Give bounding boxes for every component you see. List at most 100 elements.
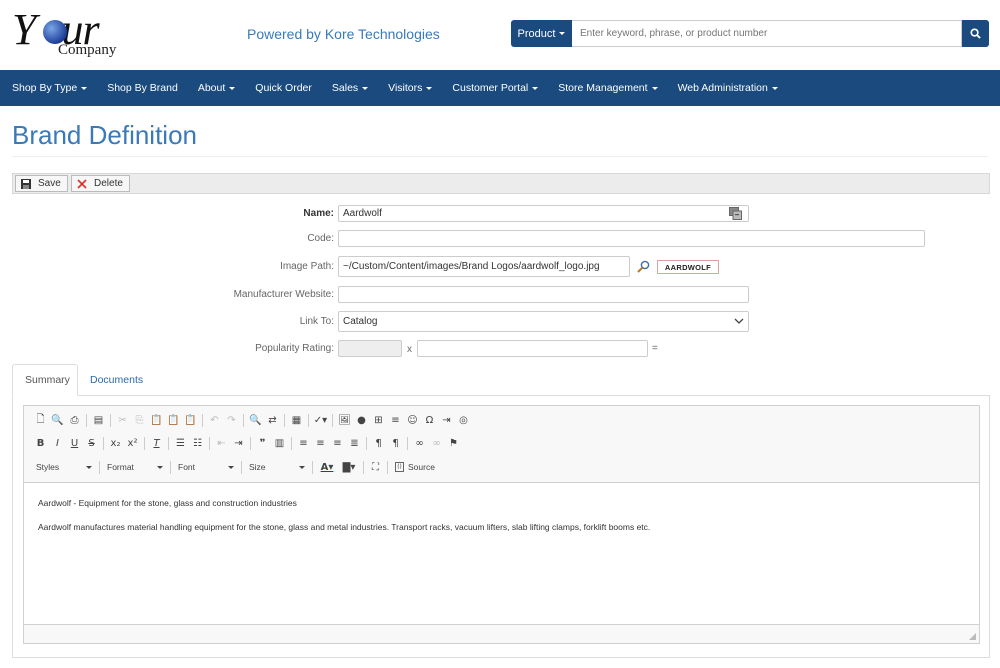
nav-about[interactable]: About	[188, 82, 245, 94]
justify-icon[interactable]: ≣	[346, 435, 363, 451]
tab-documents[interactable]: Documents	[78, 364, 155, 396]
nav-shop-by-type[interactable]: Shop By Type	[2, 82, 97, 94]
align-left-icon[interactable]: ≡	[295, 435, 312, 451]
image-path-field[interactable]	[338, 256, 630, 277]
paste-text-icon[interactable]: 📋	[165, 412, 182, 428]
search-input[interactable]	[572, 20, 962, 47]
superscript-icon[interactable]: x²	[124, 435, 141, 451]
nav-web-administration[interactable]: Web Administration	[668, 82, 788, 94]
paste-icon[interactable]: 📋	[148, 412, 165, 428]
link-icon[interactable]: ∞	[411, 435, 428, 451]
italic-icon[interactable]: I	[49, 435, 66, 451]
image-icon[interactable]: 🖼	[336, 412, 353, 428]
name-field[interactable]	[338, 205, 749, 222]
divider	[99, 460, 100, 474]
save-button[interactable]: Save	[15, 175, 68, 192]
source-label: Source	[408, 462, 435, 472]
replace-icon[interactable]: ⇄	[264, 412, 281, 428]
select-all-icon[interactable]: ▦	[288, 412, 305, 428]
print-icon[interactable]: ⎙	[66, 412, 83, 428]
align-right-icon[interactable]: ≡	[329, 435, 346, 451]
chevron-down-icon	[299, 465, 305, 469]
subscript-icon[interactable]: x₂	[107, 435, 124, 451]
format-dropdown[interactable]: Format	[103, 459, 167, 475]
remove-format-icon[interactable]: T	[148, 435, 165, 451]
company-logo[interactable]: Yur Company	[12, 5, 122, 60]
unlink-icon[interactable]: ∞	[428, 435, 445, 451]
page-break-icon[interactable]: ⇥	[438, 412, 455, 428]
source-button[interactable]: ⟨⟩ Source	[391, 462, 439, 472]
divider	[168, 436, 169, 450]
font-dropdown[interactable]: Font	[174, 459, 238, 475]
blockquote-icon[interactable]: ❞	[254, 435, 271, 451]
special-char-icon[interactable]: Ω	[421, 412, 438, 428]
indent-icon[interactable]: ⇥	[230, 435, 247, 451]
delete-label: Delete	[94, 178, 123, 189]
resize-handle-icon[interactable]	[969, 633, 976, 640]
editor-content[interactable]: Aardwolf - Equipment for the stone, glas…	[38, 498, 650, 546]
search-bar: Product	[511, 20, 989, 47]
divider	[241, 460, 242, 474]
table-icon[interactable]: ⊞	[370, 412, 387, 428]
background-color-icon[interactable]: ▇▾	[338, 459, 360, 475]
cut-icon[interactable]: ✂	[114, 412, 131, 428]
align-center-icon[interactable]: ≡	[312, 435, 329, 451]
divider	[209, 436, 210, 450]
brand-logo-preview: AARDWOLF	[657, 260, 719, 274]
bold-icon[interactable]: B	[32, 435, 49, 451]
underline-icon[interactable]: U	[66, 435, 83, 451]
anchor-flag-icon[interactable]: ⚑	[445, 435, 462, 451]
spellcheck-icon[interactable]: ✓▾	[312, 412, 329, 428]
preview-icon[interactable]: 🔍	[49, 412, 66, 428]
divider	[202, 413, 203, 427]
new-page-icon[interactable]: 🗋	[32, 412, 49, 428]
link-to-select[interactable]: Catalog	[338, 311, 749, 332]
smiley-icon[interactable]: ☺	[404, 412, 421, 428]
copy-icon[interactable]: ⎘	[131, 412, 148, 428]
search-scope-dropdown[interactable]: Product	[511, 20, 572, 47]
bulleted-list-icon[interactable]: ☷	[189, 435, 206, 451]
chevron-down-icon	[771, 86, 778, 90]
tab-summary[interactable]: Summary	[12, 364, 78, 396]
numbered-list-icon[interactable]: ☰	[172, 435, 189, 451]
size-dropdown[interactable]: Size	[245, 459, 309, 475]
chevron-down-icon	[228, 465, 234, 469]
chevron-down-icon	[651, 86, 658, 90]
editor-paragraph: Aardwolf manufactures material handling …	[38, 522, 651, 532]
nav-quick-order[interactable]: Quick Order	[245, 82, 322, 94]
divider	[387, 460, 388, 474]
nav-visitors[interactable]: Visitors	[378, 82, 442, 94]
rtl-icon[interactable]: ¶	[387, 435, 404, 451]
styles-dropdown[interactable]: Styles	[32, 459, 96, 475]
manufacturer-website-label: Manufacturer Website:	[233, 289, 334, 300]
text-color-icon[interactable]: A▾	[316, 459, 338, 475]
popularity-multiplier-field[interactable]	[417, 340, 648, 357]
find-icon[interactable]: 🔍	[247, 412, 264, 428]
paste-word-icon[interactable]: 📋	[182, 412, 199, 428]
ltr-icon[interactable]: ¶	[370, 435, 387, 451]
outdent-icon[interactable]: ⇤	[213, 435, 230, 451]
image-path-label: Image Path:	[280, 261, 334, 272]
delete-button[interactable]: Delete	[71, 175, 130, 192]
templates-icon[interactable]: ▤	[90, 412, 107, 428]
iframe-globe-icon[interactable]: ◎	[455, 412, 472, 428]
nav-label: About	[197, 82, 226, 94]
flash-icon[interactable]: ●	[353, 412, 370, 428]
nav-customer-portal[interactable]: Customer Portal	[442, 82, 548, 94]
popularity-rating-field	[338, 340, 402, 357]
horizontal-line-icon[interactable]: ≡	[387, 412, 404, 428]
browse-search-icon[interactable]	[637, 260, 650, 278]
strikethrough-icon[interactable]: S	[83, 435, 100, 451]
redo-icon[interactable]: ↷	[223, 412, 240, 428]
undo-icon[interactable]: ↶	[206, 412, 223, 428]
search-button[interactable]	[962, 20, 989, 47]
maximize-icon[interactable]: ⛶	[367, 459, 384, 475]
nav-sales[interactable]: Sales	[322, 82, 378, 94]
div-container-icon[interactable]: ▥	[271, 435, 288, 451]
nav-store-management[interactable]: Store Management	[548, 82, 667, 94]
code-field[interactable]	[338, 230, 925, 247]
link-to-label: Link To:	[299, 316, 334, 327]
manufacturer-website-field[interactable]	[338, 286, 749, 303]
nav-shop-by-brand[interactable]: Shop By Brand	[97, 82, 188, 94]
translate-icon[interactable]	[729, 207, 742, 225]
